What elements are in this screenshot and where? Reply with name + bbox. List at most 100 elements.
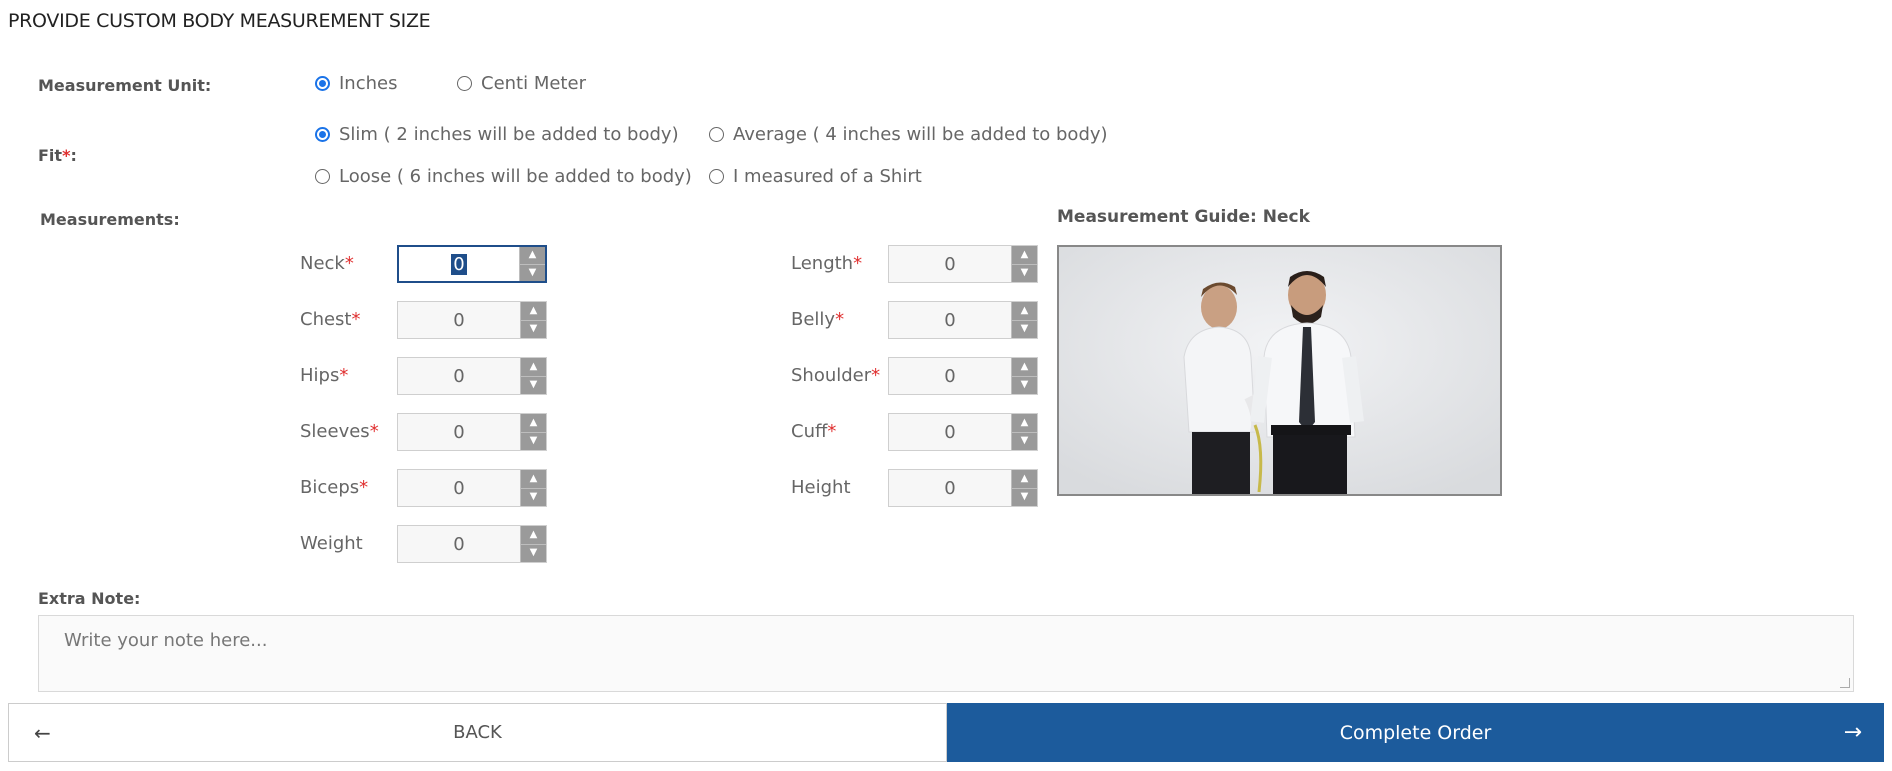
stepper-up-icon[interactable]: ▲: [520, 247, 545, 265]
unit-option-label: Centi Meter: [481, 73, 586, 94]
measurement-guide-title: Measurement Guide: Neck: [1057, 207, 1310, 227]
measurement-label-biceps: Biceps*: [300, 477, 369, 498]
radio-unchecked-icon[interactable]: [709, 169, 724, 184]
measurement-input-shoulder[interactable]: 0 ▲ ▼: [888, 357, 1038, 395]
measurement-input-cuff[interactable]: 0 ▲ ▼: [888, 413, 1038, 451]
stepper-value[interactable]: 0: [889, 302, 1011, 338]
measurement-label-cuff: Cuff*: [791, 421, 837, 442]
stepper-arrows[interactable]: ▲ ▼: [520, 358, 546, 394]
stepper-value[interactable]: 0: [889, 414, 1011, 450]
stepper-down-icon[interactable]: ▼: [1012, 321, 1037, 339]
unit-option-centimeter[interactable]: Centi Meter: [457, 73, 586, 94]
extra-note-label: Extra Note:: [38, 589, 141, 608]
stepper-down-icon[interactable]: ▼: [521, 489, 546, 507]
radio-checked-icon[interactable]: [315, 127, 330, 142]
stepper-up-icon[interactable]: ▲: [1012, 302, 1037, 321]
stepper-down-icon[interactable]: ▼: [521, 377, 546, 395]
measurement-input-height[interactable]: 0 ▲ ▼: [888, 469, 1038, 507]
measurement-label-chest: Chest*: [300, 309, 361, 330]
stepper-down-icon[interactable]: ▼: [521, 545, 546, 563]
resize-handle-icon[interactable]: [1840, 678, 1850, 688]
stepper-up-icon[interactable]: ▲: [521, 414, 546, 433]
stepper-down-icon[interactable]: ▼: [1012, 265, 1037, 283]
fit-option-shirt[interactable]: I measured of a Shirt: [709, 166, 922, 187]
stepper-down-icon[interactable]: ▼: [521, 433, 546, 451]
stepper-down-icon[interactable]: ▼: [1012, 489, 1037, 507]
stepper-value[interactable]: 0: [399, 247, 519, 281]
stepper-up-icon[interactable]: ▲: [1012, 414, 1037, 433]
radio-unchecked-icon[interactable]: [457, 76, 472, 91]
stepper-up-icon[interactable]: ▲: [521, 358, 546, 377]
measurement-input-hips[interactable]: 0 ▲ ▼: [397, 357, 547, 395]
stepper-up-icon[interactable]: ▲: [1012, 470, 1037, 489]
stepper-arrows[interactable]: ▲ ▼: [519, 247, 545, 281]
back-button-label: BACK: [453, 722, 502, 743]
stepper-arrows[interactable]: ▲ ▼: [520, 302, 546, 338]
radio-unchecked-icon[interactable]: [709, 127, 724, 142]
stepper-down-icon[interactable]: ▼: [520, 265, 545, 282]
stepper-value[interactable]: 0: [398, 414, 520, 450]
stepper-value[interactable]: 0: [889, 358, 1011, 394]
stepper-up-icon[interactable]: ▲: [1012, 246, 1037, 265]
measurement-input-neck[interactable]: 0 ▲ ▼: [397, 245, 547, 283]
unit-option-label: Inches: [339, 73, 398, 94]
extra-note-placeholder: Write your note here...: [64, 630, 268, 651]
measurements-label: Measurements:: [40, 210, 180, 229]
measurement-input-belly[interactable]: 0 ▲ ▼: [888, 301, 1038, 339]
stepper-value[interactable]: 0: [889, 246, 1011, 282]
stepper-down-icon[interactable]: ▼: [1012, 377, 1037, 395]
radio-unchecked-icon[interactable]: [315, 169, 330, 184]
radio-checked-icon[interactable]: [315, 76, 330, 91]
stepper-arrows[interactable]: ▲ ▼: [1011, 246, 1037, 282]
stepper-down-icon[interactable]: ▼: [1012, 433, 1037, 451]
stepper-up-icon[interactable]: ▲: [521, 470, 546, 489]
fit-label: Fit*:: [38, 146, 77, 165]
stepper-value[interactable]: 0: [889, 470, 1011, 506]
measurement-label-height: Height: [791, 477, 851, 498]
stepper-arrows[interactable]: ▲ ▼: [520, 526, 546, 562]
stepper-value[interactable]: 0: [398, 302, 520, 338]
extra-note-textarea[interactable]: Write your note here...: [38, 615, 1854, 692]
fit-option-slim[interactable]: Slim ( 2 inches will be added to body): [315, 124, 679, 145]
fit-option-label: I measured of a Shirt: [733, 166, 922, 187]
stepper-arrows[interactable]: ▲ ▼: [1011, 414, 1037, 450]
fit-option-loose[interactable]: Loose ( 6 inches will be added to body): [315, 166, 692, 187]
measurement-input-length[interactable]: 0 ▲ ▼: [888, 245, 1038, 283]
measurement-guide-image: [1057, 245, 1502, 496]
stepper-up-icon[interactable]: ▲: [1012, 358, 1037, 377]
stepper-down-icon[interactable]: ▼: [521, 321, 546, 339]
measurement-label-weight: Weight: [300, 533, 363, 554]
measurement-label-shoulder: Shoulder*: [791, 365, 881, 386]
stepper-value[interactable]: 0: [398, 526, 520, 562]
measurement-input-sleeves[interactable]: 0 ▲ ▼: [397, 413, 547, 451]
page-title: PROVIDE CUSTOM BODY MEASUREMENT SIZE: [8, 10, 431, 32]
stepper-value[interactable]: 0: [398, 358, 520, 394]
stepper-arrows[interactable]: ▲ ▼: [520, 470, 546, 506]
arrow-right-icon: →: [1843, 720, 1862, 745]
unit-option-inches[interactable]: Inches: [315, 73, 397, 94]
measurement-input-weight[interactable]: 0 ▲ ▼: [397, 525, 547, 563]
stepper-up-icon[interactable]: ▲: [521, 526, 546, 545]
stepper-arrows[interactable]: ▲ ▼: [1011, 358, 1037, 394]
stepper-arrows[interactable]: ▲ ▼: [1011, 470, 1037, 506]
measurement-label-neck: Neck*: [300, 253, 354, 274]
stepper-arrows[interactable]: ▲ ▼: [1011, 302, 1037, 338]
measurement-label-sleeves: Sleeves*: [300, 421, 379, 442]
complete-order-label: Complete Order: [1339, 721, 1492, 744]
arrow-left-icon: ←: [34, 720, 51, 745]
stepper-value[interactable]: 0: [398, 470, 520, 506]
neck-measurement-illustration: [1059, 247, 1500, 494]
fit-option-label: Loose ( 6 inches will be added to body): [339, 166, 692, 187]
measurement-input-biceps[interactable]: 0 ▲ ▼: [397, 469, 547, 507]
measurement-input-chest[interactable]: 0 ▲ ▼: [397, 301, 547, 339]
measurement-label-belly: Belly*: [791, 309, 845, 330]
back-button[interactable]: ← BACK: [8, 703, 947, 762]
fit-option-label: Average ( 4 inches will be added to body…: [733, 124, 1108, 145]
measurement-unit-label: Measurement Unit:: [38, 76, 212, 95]
measurement-label-length: Length*: [791, 253, 863, 274]
fit-option-average[interactable]: Average ( 4 inches will be added to body…: [709, 124, 1108, 145]
stepper-up-icon[interactable]: ▲: [521, 302, 546, 321]
stepper-arrows[interactable]: ▲ ▼: [520, 414, 546, 450]
complete-order-button[interactable]: Complete Order →: [947, 703, 1884, 762]
fit-option-label: Slim ( 2 inches will be added to body): [339, 124, 679, 145]
